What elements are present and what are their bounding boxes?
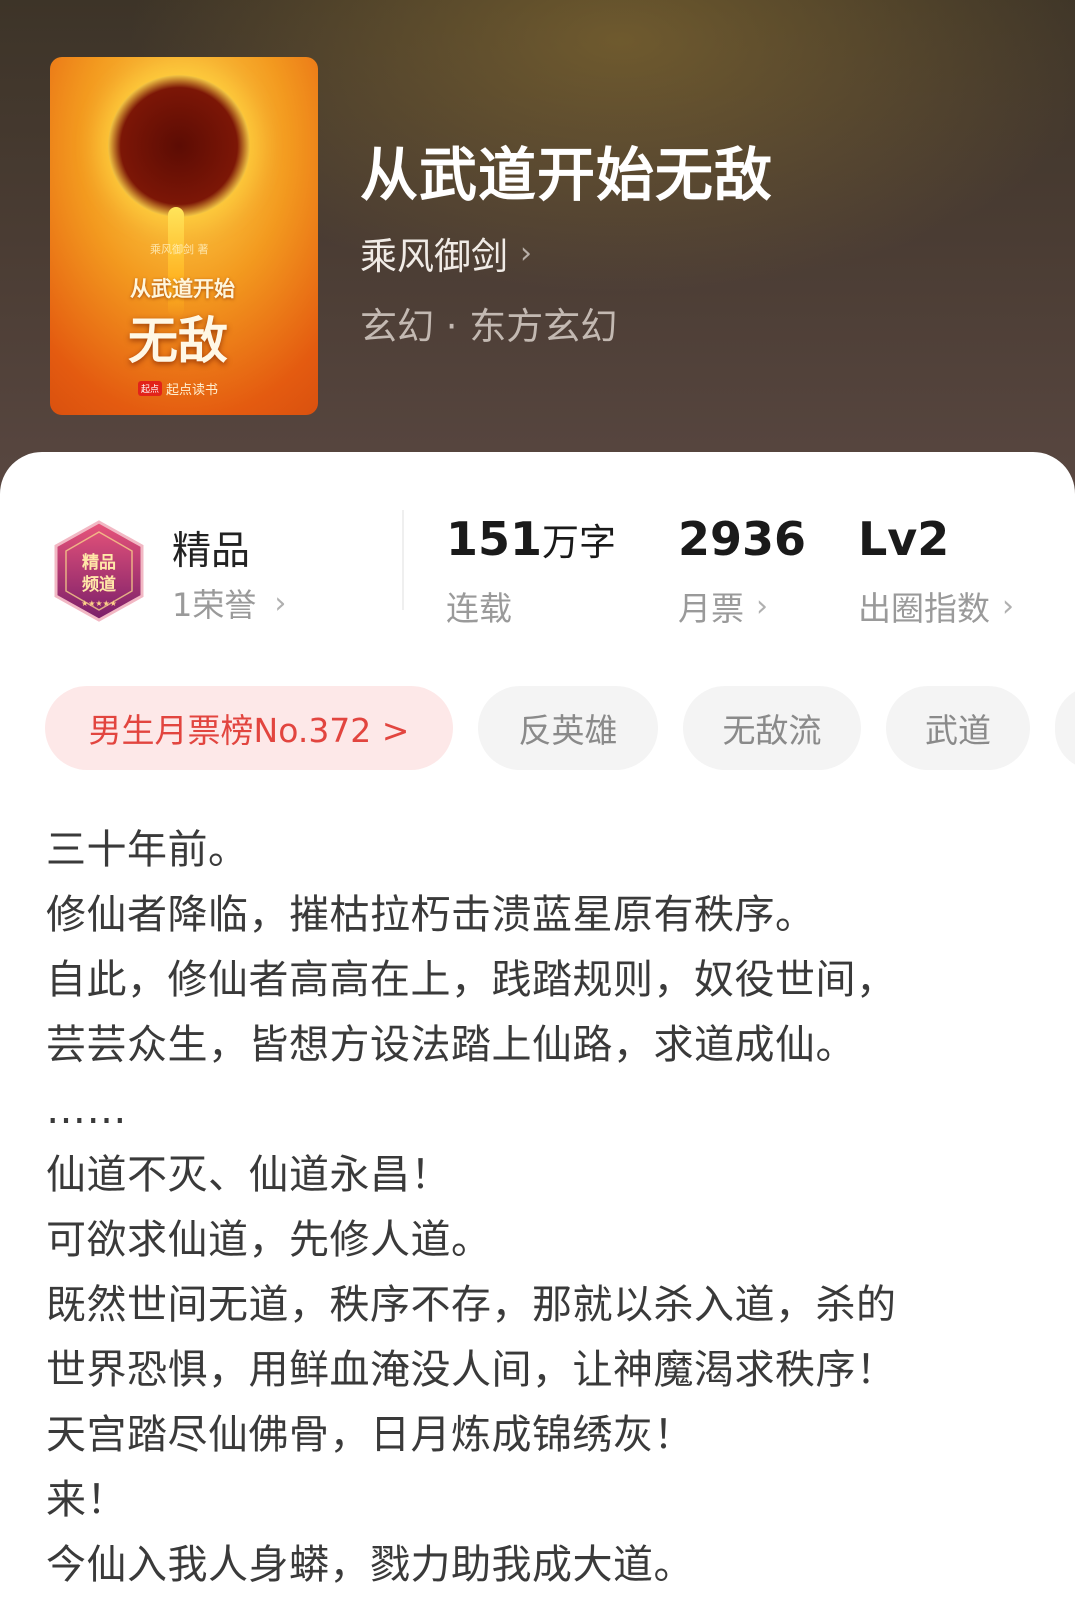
honor-name: 精品 bbox=[172, 529, 251, 574]
serial-status-text: 连载 bbox=[446, 589, 512, 628]
chevron-right-icon: › bbox=[756, 588, 768, 624]
book-genre[interactable]: 玄幻 · 东方玄幻 bbox=[360, 296, 617, 350]
book-cover[interactable]: 乘风御剑 著 从武道开始 无敌 起点 起点读书 bbox=[50, 57, 318, 415]
synopsis-line: 仙道不灭、仙道永昌！ bbox=[46, 1152, 451, 1198]
popularity-index-link[interactable]: 出圈指数 › bbox=[858, 582, 1014, 630]
word-count-unit: 万字 bbox=[542, 521, 617, 564]
publisher-logo-icon: 起点 bbox=[138, 381, 163, 396]
synopsis-line: 天宫踏尽仙佛骨，日月炼成锦绣灰！ bbox=[46, 1412, 694, 1458]
synopsis-line: 世界恐惧，用鲜血淹没人间，让神魔渴求秩序！ bbox=[46, 1347, 897, 1393]
honor-count-link[interactable]: 1荣誉 › bbox=[172, 580, 286, 626]
svg-text:精品: 精品 bbox=[82, 552, 116, 573]
synopsis-line: 今仙入我人身蟒，戮力助我成大道。 bbox=[46, 1542, 694, 1588]
synopsis-line: 既然世间无道，秩序不存，那就以杀入道，杀的 bbox=[46, 1282, 897, 1328]
svg-text:★★★★★: ★★★★★ bbox=[81, 599, 117, 608]
cover-title-line2: 无敌 bbox=[128, 312, 228, 370]
cover-author: 乘风御剑 著 bbox=[150, 243, 209, 256]
synopsis-line: 修仙者降临，摧枯拉朽击溃蓝星原有秩序。 bbox=[46, 892, 816, 938]
cover-eclipse-art bbox=[108, 75, 250, 217]
chevron-right-icon: › bbox=[274, 585, 287, 621]
monthly-ticket-value: 2936 bbox=[678, 512, 807, 566]
cover-publisher: 起点 起点读书 bbox=[138, 379, 218, 398]
monthly-ticket-link[interactable]: 月票 › bbox=[678, 582, 768, 630]
tag-anti-hero[interactable]: 反英雄 bbox=[478, 686, 658, 770]
tag-invincible[interactable]: 无敌流 bbox=[683, 686, 861, 770]
book-synopsis[interactable]: 三十年前。 修仙者降临，摧枯拉朽击溃蓝星原有秩序。 自此，修仙者高高在上，践踏规… bbox=[46, 818, 1046, 1598]
synopsis-line: 三十年前。 bbox=[46, 827, 249, 873]
author-link[interactable]: 乘风御剑 › bbox=[360, 226, 532, 280]
monthly-ticket-rank-tag[interactable]: 男生月票榜No.372 > bbox=[45, 686, 453, 770]
chevron-right-icon: › bbox=[520, 235, 532, 271]
author-name: 乘风御剑 bbox=[360, 235, 508, 278]
popularity-index-label: 出圈指数 bbox=[858, 589, 990, 628]
synopsis-line: …… bbox=[46, 1087, 127, 1133]
synopsis-line: 自此，修仙者高高在上，践踏规则，奴役世间， bbox=[46, 957, 897, 1003]
book-title: 从武道开始无敌 bbox=[360, 141, 774, 209]
premium-channel-badge-icon[interactable]: 精品 频道 ★★★★★ bbox=[50, 520, 148, 624]
tag-martial-arts[interactable]: 武道 bbox=[886, 686, 1030, 770]
synopsis-line: 来！ bbox=[46, 1477, 127, 1523]
synopsis-line: 芸芸众生，皆想方设法踏上仙路，求道成仙。 bbox=[46, 1022, 856, 1068]
stats-divider bbox=[402, 510, 404, 610]
word-count-value: 151万字 bbox=[446, 512, 616, 566]
word-count-number: 151 bbox=[446, 512, 543, 566]
svg-text:频道: 频道 bbox=[82, 574, 116, 595]
cover-publisher-name: 起点读书 bbox=[166, 383, 219, 398]
cover-title-line1: 从武道开始 bbox=[130, 277, 235, 301]
honor-count: 1荣誉 bbox=[172, 586, 257, 624]
serial-status-label: 连载 bbox=[446, 582, 512, 630]
popularity-level-value: Lv2 bbox=[858, 512, 950, 566]
chevron-right-icon: › bbox=[1002, 588, 1014, 624]
book-header: 乘风御剑 著 从武道开始 无敌 起点 起点读书 从武道开始无敌 乘风御剑 › 玄… bbox=[0, 0, 1075, 520]
monthly-ticket-label: 月票 bbox=[678, 589, 744, 628]
synopsis-line: 可欲求仙道，先修人道。 bbox=[46, 1217, 492, 1263]
